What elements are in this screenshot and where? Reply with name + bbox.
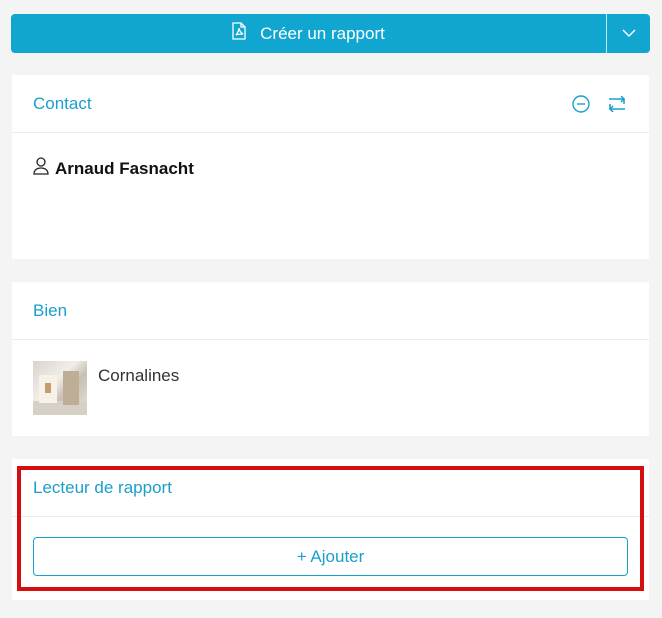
lecteur-card-title: Lecteur de rapport [33,477,172,497]
contact-person-name: Arnaud Fasnacht [55,158,194,178]
lecteur-card: Lecteur de rapport + Ajouter [12,459,649,600]
bien-card-title: Bien [33,300,68,320]
chevron-down-icon [621,25,636,43]
bien-item[interactable]: Cornalines [12,340,649,436]
create-report-button-group: Créer un rapport [11,14,650,53]
contact-card-actions [572,94,628,113]
create-report-dropdown-toggle[interactable] [606,14,650,53]
property-thumbnail [33,361,87,415]
user-icon [33,157,49,180]
bien-card-header: Bien [12,282,649,340]
create-report-button[interactable]: Créer un rapport [11,14,606,53]
pdf-file-icon [232,22,246,45]
create-report-label: Créer un rapport [260,23,385,43]
bien-card: Bien Cornalines [12,282,649,436]
contact-card-title: Contact [33,93,92,113]
contact-card-header: Contact [12,75,649,133]
minus-circle-icon[interactable] [572,94,590,113]
contact-card: Contact Arnaud Fasnacht [12,75,649,259]
property-name: Cornalines [98,366,180,385]
add-reader-button[interactable]: + Ajouter [33,537,628,576]
lecteur-card-header: Lecteur de rapport [12,459,649,517]
contact-person[interactable]: Arnaud Fasnacht [12,157,649,180]
swap-icon[interactable] [606,95,628,112]
